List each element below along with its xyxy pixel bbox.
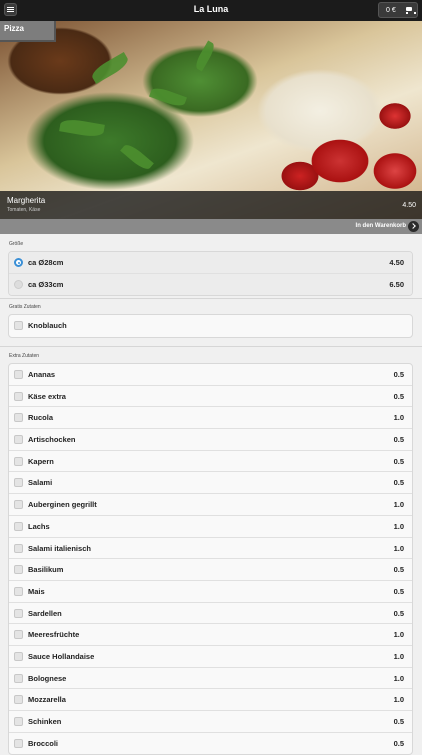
ingredient-name: Rucola xyxy=(28,413,54,423)
ingredient-price: 0.5 xyxy=(393,478,404,488)
ingredient-price: 1.0 xyxy=(393,695,404,705)
checkbox-icon[interactable] xyxy=(14,717,23,726)
checkbox-icon[interactable] xyxy=(14,435,23,445)
ingredient-name: Käse extra xyxy=(28,391,66,401)
extra-ingredient[interactable]: Broccoli 0.5 xyxy=(9,733,412,755)
checkbox-icon[interactable] xyxy=(14,413,23,423)
ingredient-name: Schinken xyxy=(28,717,62,726)
item-name: Margherita xyxy=(7,196,46,205)
free-ingredient[interactable]: Knoblauch xyxy=(9,315,412,337)
extra-ingredient[interactable]: Kapern 0.5 xyxy=(9,451,412,473)
ingredient-price: 0.5 xyxy=(393,738,404,748)
extra-ingredient[interactable]: Auberginen gegrillt 1.0 xyxy=(9,494,412,516)
app-title: La Luna xyxy=(193,4,229,14)
ingredient-price: 0.5 xyxy=(393,586,404,596)
extra-ingredient[interactable]: Mozzarella 1.0 xyxy=(9,689,412,711)
ingredient-price: 1.0 xyxy=(393,630,404,640)
ingredient-name: Ananas xyxy=(28,370,56,379)
ingredient-price: 0.5 xyxy=(393,370,404,379)
extra-ingredient[interactable]: Ananas 0.5 xyxy=(9,364,412,386)
extra-ingredient[interactable]: Meeresfrüchte 1.0 xyxy=(9,624,412,646)
extra-ingredient[interactable]: Bolognese 1.0 xyxy=(9,668,412,690)
ingredient-name: Mais xyxy=(28,586,45,596)
ingredient-name: Sauce Hollandaise xyxy=(28,651,95,661)
size-option[interactable]: ca Ø33cm 6.50 xyxy=(9,273,412,296)
checkbox-icon[interactable] xyxy=(14,695,23,705)
ingredient-name: Bolognese xyxy=(28,673,67,683)
extra-ingredient[interactable]: Mais 0.5 xyxy=(9,581,412,603)
ingredient-name: Sardellen xyxy=(28,608,62,618)
ingredient-price: 1.0 xyxy=(393,543,404,553)
ingredient-name: Broccoli xyxy=(28,738,59,748)
ingredient-name: Salami xyxy=(28,478,53,488)
extra-ingredient[interactable]: Salami italienisch 1.0 xyxy=(9,538,412,560)
divider xyxy=(0,298,422,299)
checkbox-icon[interactable] xyxy=(14,321,23,330)
checkbox-icon[interactable] xyxy=(14,565,23,575)
cart-button[interactable]: 0 € xyxy=(378,2,418,18)
ingredient-name: Mozzarella xyxy=(28,695,66,705)
ingredient-price: 0.5 xyxy=(393,456,404,466)
checkbox-icon[interactable] xyxy=(14,586,23,596)
checkbox-icon[interactable] xyxy=(14,500,23,510)
ingredient-price: 1.0 xyxy=(393,651,404,661)
add-to-cart-button[interactable]: In den Warenkorb xyxy=(0,219,422,234)
extra-ingredient[interactable]: Rucola 1.0 xyxy=(9,407,412,430)
cart-icon xyxy=(405,6,416,14)
extra-ingredient[interactable]: Käse extra 0.5 xyxy=(9,386,412,408)
ingredient-name: Basilikum xyxy=(28,565,64,575)
ingredient-price: 1.0 xyxy=(393,673,404,683)
checkbox-icon[interactable] xyxy=(14,478,23,488)
divider xyxy=(0,346,422,347)
extra-ingredient[interactable]: Sauce Hollandaise 1.0 xyxy=(9,646,412,668)
ingredient-price: 1.0 xyxy=(393,500,404,510)
ingredient-name: Salami italienisch xyxy=(28,543,91,553)
checkbox-icon[interactable] xyxy=(14,651,23,661)
extra-ingredient[interactable]: Basilikum 0.5 xyxy=(9,559,412,581)
extra-ingredient[interactable]: Artischocken 0.5 xyxy=(9,429,412,451)
ingredient-price: 1.0 xyxy=(393,413,404,423)
ingredient-price: 0.5 xyxy=(393,565,404,575)
checkbox-icon[interactable] xyxy=(14,608,23,618)
chevron-right-icon xyxy=(408,221,419,232)
category-tag: Pizza xyxy=(0,21,56,42)
extra-ingredients: Ananas 0.5 Käse extra 0.5 Rucola 1.0 Artischoc… xyxy=(8,363,413,755)
checkbox-icon[interactable] xyxy=(14,370,23,379)
radio-icon[interactable] xyxy=(14,279,23,289)
ingredient-name: Meeresfrüchte xyxy=(28,630,80,640)
top-bar: La Luna 0 € xyxy=(0,0,422,21)
free-section-label: Gratis Zutaten xyxy=(9,304,41,310)
radio-selected-icon[interactable] xyxy=(14,258,23,267)
ingredient-price: 0.5 xyxy=(393,608,404,618)
ingredient-price: 0.5 xyxy=(393,435,404,445)
ingredient-price: 1.0 xyxy=(393,521,404,531)
checkbox-icon[interactable] xyxy=(14,738,23,748)
ingredient-name: Lachs xyxy=(28,521,50,531)
checkbox-icon[interactable] xyxy=(14,521,23,531)
ingredient-name: Kapern xyxy=(28,456,54,466)
item-info-band: Margherita Tomaten, Käse 4.50 xyxy=(0,191,422,219)
size-option[interactable]: ca Ø28cm 4.50 xyxy=(9,252,412,274)
item-price: 4.50 xyxy=(402,202,416,209)
checkbox-icon[interactable] xyxy=(14,391,23,401)
size-options: ca Ø28cm 4.50 ca Ø33cm 6.50 xyxy=(8,251,413,297)
ingredient-price: 0.5 xyxy=(393,391,404,401)
ingredient-price: 0.5 xyxy=(393,717,404,726)
add-to-cart-label: In den Warenkorb xyxy=(355,223,406,229)
checkbox-icon[interactable] xyxy=(14,543,23,553)
extra-ingredient[interactable]: Sardellen 0.5 xyxy=(9,603,412,625)
size-section-label: Größe xyxy=(9,241,24,247)
checkbox-icon[interactable] xyxy=(14,456,23,466)
extra-section-label: Extra Zutaten xyxy=(9,353,40,359)
ingredient-name: Artischocken xyxy=(28,435,76,445)
checkbox-icon[interactable] xyxy=(14,630,23,640)
extra-ingredient[interactable]: Salami 0.5 xyxy=(9,472,412,495)
checkbox-icon[interactable] xyxy=(14,673,23,683)
cart-total: 0 € xyxy=(386,6,396,14)
extra-ingredient[interactable]: Lachs 1.0 xyxy=(9,516,412,538)
ingredient-name: Auberginen gegrillt xyxy=(28,500,97,510)
item-description: Tomaten, Käse xyxy=(7,207,41,213)
extra-ingredient[interactable]: Schinken 0.5 xyxy=(9,711,412,733)
free-ingredients: Knoblauch xyxy=(8,314,413,338)
